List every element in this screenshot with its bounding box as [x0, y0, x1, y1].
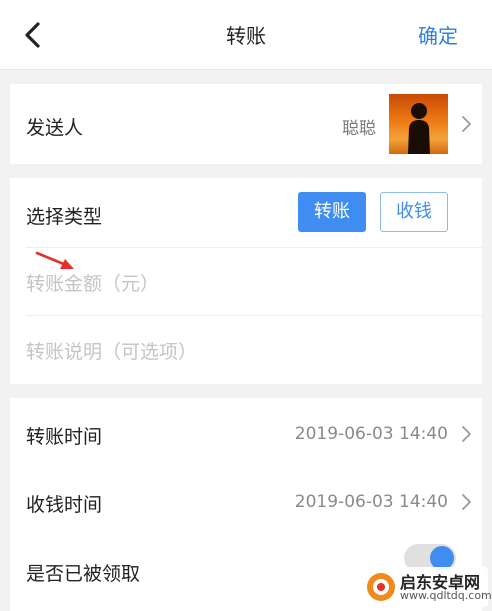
avatar[interactable] [389, 94, 448, 154]
red-arrow-icon [35, 251, 74, 269]
type-label: 选择类型 [26, 206, 103, 228]
watermark-logo-icon [367, 573, 395, 601]
watermark-url: www.qdltdq.com [400, 589, 492, 602]
sender-row[interactable]: 发送人 聪聪 [10, 84, 482, 164]
top-bar: 转账 确定 [0, 0, 492, 70]
chevron-left-icon [25, 22, 40, 48]
sender-label: 发送人 [26, 117, 84, 139]
confirm-button[interactable]: 确定 [418, 20, 458, 49]
transfer-time-value: 2019-06-03 14:40 [294, 424, 448, 444]
receive-time-value: 2019-06-03 14:40 [294, 492, 448, 512]
receive-time-row[interactable]: 收钱时间 2019-06-03 14:40 [10, 466, 482, 534]
type-option-receive[interactable]: 收钱 [380, 192, 448, 232]
chevron-right-icon [462, 426, 471, 442]
person-silhouette-icon [408, 103, 430, 154]
receive-time-label: 收钱时间 [26, 494, 103, 516]
sender-name: 聪聪 [342, 119, 376, 139]
chevron-right-icon [462, 494, 471, 510]
amount-input[interactable] [26, 270, 462, 298]
chevron-right-icon [462, 116, 471, 132]
watermark: 启东安卓网 www.qdltdq.com [362, 567, 492, 607]
type-option-transfer[interactable]: 转账 [298, 192, 366, 232]
received-label: 是否已被领取 [26, 563, 141, 585]
transfer-time-label: 转账时间 [26, 426, 103, 448]
transfer-form: 选择类型 转账 收钱 [10, 178, 482, 384]
divider [26, 247, 482, 248]
transfer-time-row[interactable]: 转账时间 2019-06-03 14:40 [10, 398, 482, 466]
divider [26, 315, 482, 316]
back-button[interactable] [20, 20, 48, 50]
note-input[interactable] [26, 338, 462, 366]
type-row: 选择类型 转账 收钱 [10, 178, 482, 246]
